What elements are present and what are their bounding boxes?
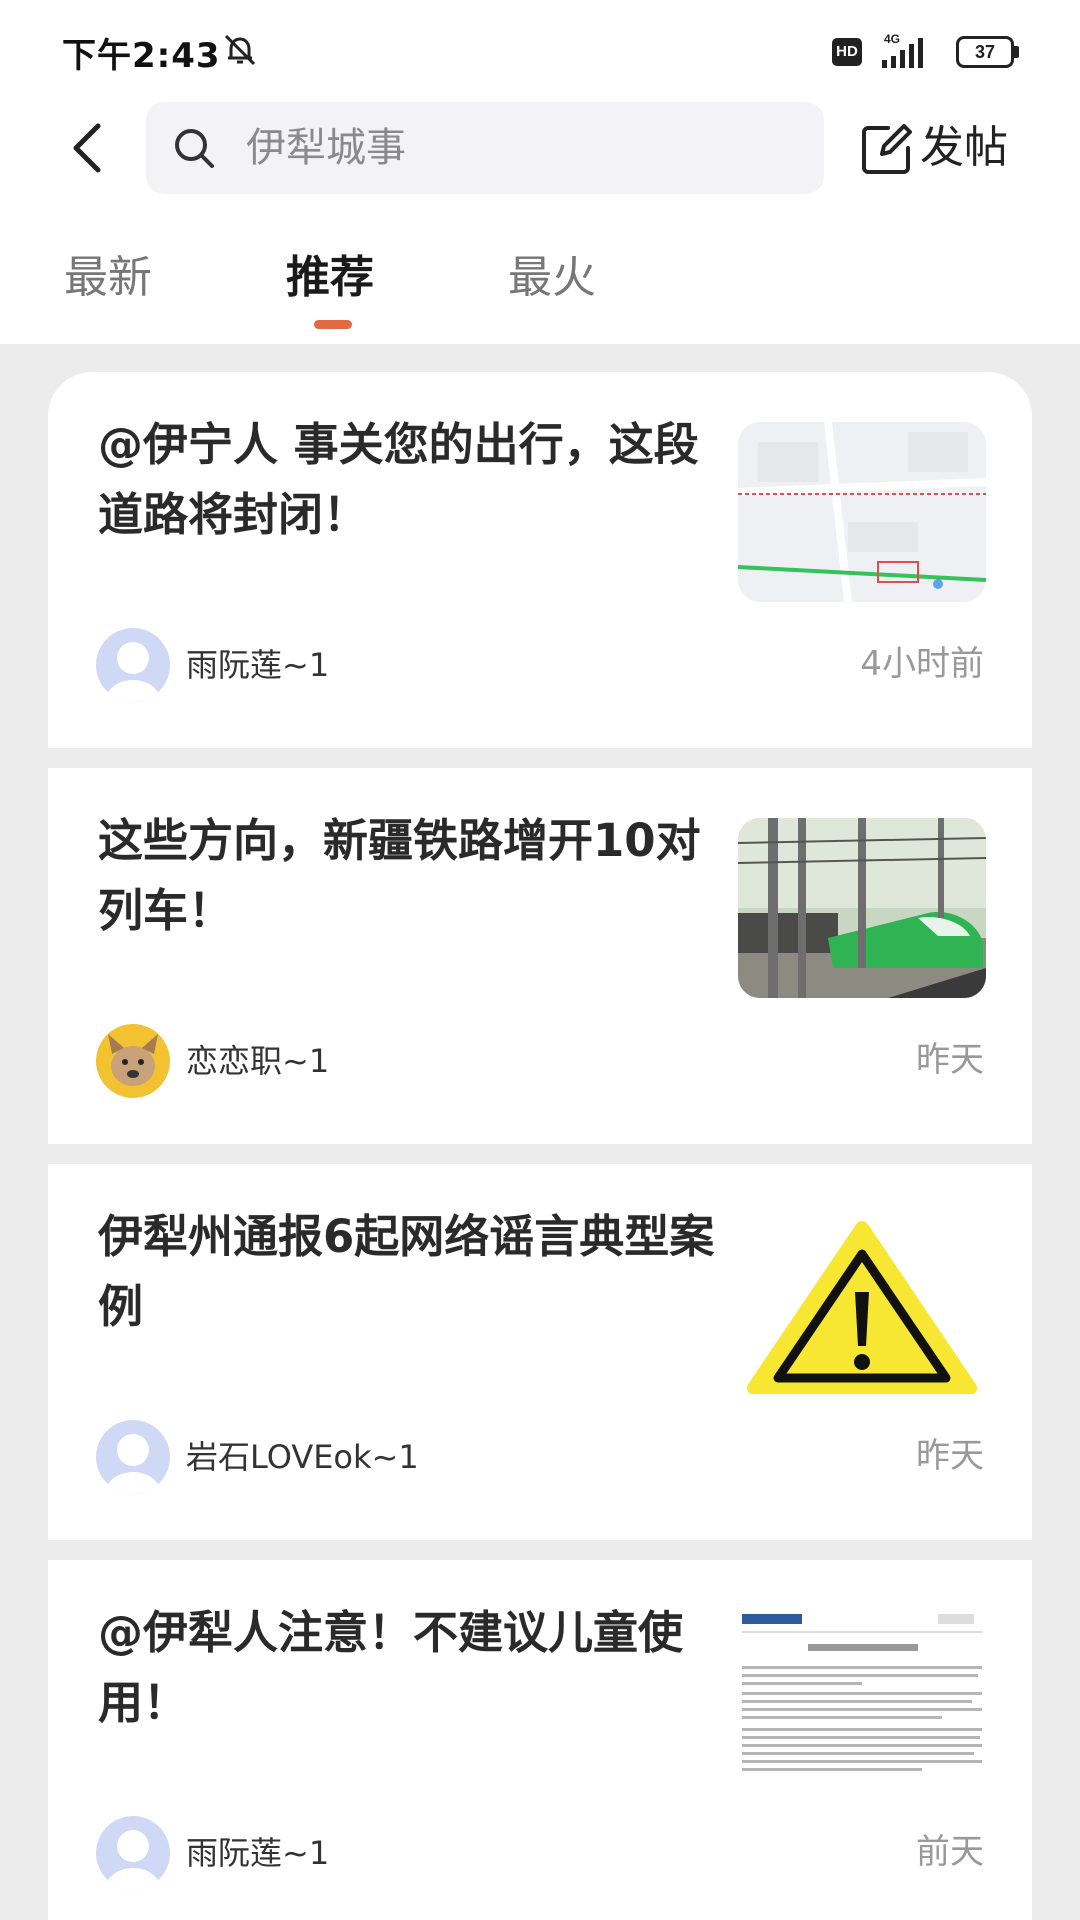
status-bar: 下午2:43 HD 4G 37: [0, 0, 1080, 100]
author-name: 岩石LOVEok~1: [186, 1438, 419, 1476]
avatar[interactable]: [96, 628, 170, 702]
battery-tip: [1014, 46, 1019, 58]
feed-card[interactable]: @伊犁人注意！不建议儿童使用！ 雨阮莲~1 前天: [48, 1560, 1032, 1920]
post-title: @伊犁人注意！不建议儿童使用！: [98, 1606, 684, 1729]
avatar[interactable]: [96, 1816, 170, 1890]
post-title: 这些方向，新疆铁路增开10对列车！: [98, 814, 701, 937]
avatar[interactable]: [96, 1420, 170, 1494]
status-time: 下午2:43: [62, 36, 221, 76]
signal-icon: 4G: [882, 32, 923, 68]
back-arrow-icon[interactable]: [62, 118, 122, 178]
tab-recommended[interactable]: 推荐: [286, 250, 374, 306]
author-name: 雨阮莲~1: [186, 1834, 330, 1872]
search-input[interactable]: 伊犁城事: [146, 102, 824, 194]
post-time: 前天: [916, 1832, 984, 1872]
feed-card[interactable]: 伊犁州通报6起网络谣言典型案例 岩石LOVEok~1 昨天: [48, 1164, 1032, 1540]
tab-hottest[interactable]: 最火: [508, 250, 596, 306]
document-thumbnail: [738, 1610, 986, 1790]
avatar[interactable]: [96, 1024, 170, 1098]
top-bar: 下午2:43 HD 4G 37 伊犁城事 发帖 最新 推荐 最火: [0, 0, 1080, 344]
author-name: 恋恋职~1: [186, 1042, 330, 1080]
post-button[interactable]: 发帖: [858, 118, 1034, 180]
network-type: 4G: [884, 32, 900, 46]
train-thumbnail: [738, 818, 986, 998]
post-title: @伊宁人 事关您的出行，这段道路将封闭！: [98, 418, 699, 541]
search-icon: [175, 129, 214, 168]
post-time: 昨天: [916, 1040, 984, 1080]
post-title: 伊犁州通报6起网络谣言典型案例: [98, 1210, 715, 1333]
author-name: 雨阮莲~1: [186, 646, 330, 684]
post-label: 发帖: [920, 122, 1008, 173]
post-time: 昨天: [916, 1436, 984, 1476]
bell-muted-icon: [224, 34, 256, 66]
post-time: 4小时前: [860, 644, 984, 684]
feed-card[interactable]: @伊宁人 事关您的出行，这段道路将封闭！ 雨阮莲~1 4小时前: [48, 372, 1032, 748]
feed-card[interactable]: 这些方向，新疆铁路增开10对列车！ 恋恋职~1 昨天: [48, 768, 1032, 1144]
hd-badge: HD: [832, 38, 862, 66]
tab-latest[interactable]: 最新: [64, 250, 152, 306]
map-thumbnail: [738, 422, 986, 602]
battery-level: 37: [956, 36, 1014, 68]
battery-icon: 37: [956, 36, 1020, 68]
warning-thumbnail: [738, 1214, 986, 1394]
search-placeholder: 伊犁城事: [246, 125, 406, 171]
active-tab-indicator: [314, 320, 352, 329]
edit-icon: [862, 124, 912, 174]
